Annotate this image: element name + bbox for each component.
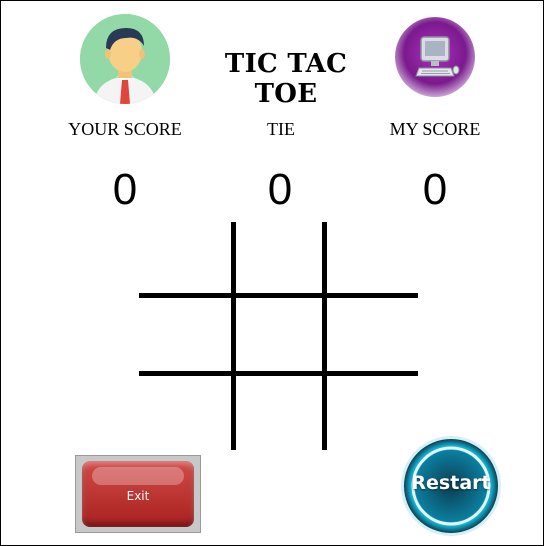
board-cell-8[interactable]: [237, 377, 325, 451]
board-cell-1[interactable]: [141, 221, 229, 295]
restart-button[interactable]: Restart: [399, 434, 503, 538]
computer-avatar-icon: [394, 16, 476, 98]
tie-score-label: TIE: [267, 119, 295, 139]
computer-score-value: 0: [422, 165, 448, 214]
board-cell-3[interactable]: [328, 221, 416, 295]
board-cell-6[interactable]: [328, 299, 416, 373]
player-score-label: YOUR SCORE: [68, 119, 182, 139]
exit-button[interactable]: Exit: [75, 455, 201, 533]
tie-score-value: 0: [267, 165, 293, 214]
grid-line-vertical-1: [231, 222, 236, 450]
game-title: TIC TAC TOE: [224, 49, 348, 109]
board-cell-4[interactable]: [141, 299, 229, 373]
board-cell-5[interactable]: [237, 299, 325, 373]
player-avatar-icon: [80, 14, 170, 104]
board-cell-7[interactable]: [141, 377, 229, 451]
exit-button-gloss: [92, 467, 184, 485]
restart-button-label: Restart: [411, 472, 491, 494]
exit-button-label: Exit: [126, 489, 150, 503]
player-score-value: 0: [112, 165, 138, 214]
computer-score-label: MY SCORE: [389, 119, 481, 139]
exit-button-face[interactable]: Exit: [82, 461, 194, 527]
game-window: TIC TAC TOE YOUR SCORE TIE MY SCORE 0 0: [0, 0, 544, 546]
board-cell-2[interactable]: [237, 221, 325, 295]
